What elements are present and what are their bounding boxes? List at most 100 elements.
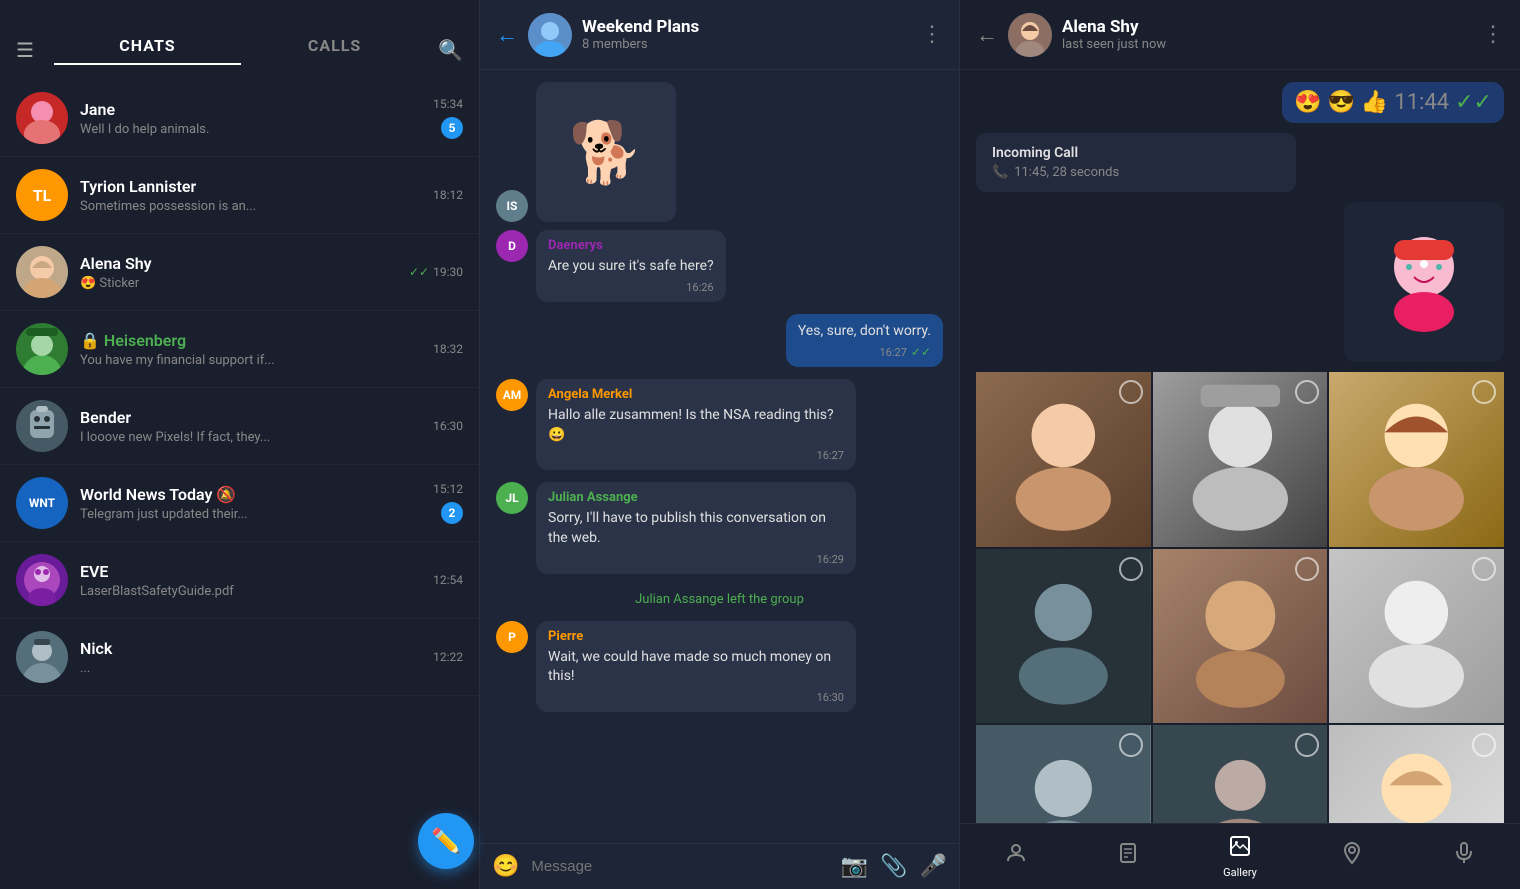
list-item[interactable]: WNT World News Today 🔕 Telegram just upd…: [0, 465, 479, 542]
chat-preview: Telegram just updated their...: [80, 507, 433, 522]
chat-preview: LaserBlastSafetyGuide.pdf: [80, 584, 433, 599]
nav-item-location[interactable]: [1322, 841, 1382, 873]
message-text: Yes, sure, don't worry.: [798, 322, 931, 342]
chat-header: ← Weekend Plans 8 members ⋮: [480, 0, 959, 70]
gallery-item[interactable]: [1153, 725, 1328, 823]
back-button[interactable]: ←: [976, 22, 998, 48]
message-item: D Daenerys Are you sure it's safe here? …: [496, 230, 943, 302]
chat-time: ✓✓19:30: [409, 265, 463, 279]
chat-preview: Well I do help animals.: [80, 122, 433, 137]
audio-icon: [1452, 841, 1476, 871]
gallery-nav-bar: Gallery: [960, 823, 1520, 889]
read-ticks: ✓✓: [911, 345, 931, 359]
sender-avatar: AM: [496, 379, 528, 411]
select-checkbox[interactable]: [1472, 557, 1496, 581]
message-input-area: 😊 📷 📎 🎤: [480, 843, 959, 889]
chat-preview: Sometimes possession is an...: [80, 199, 433, 214]
call-duration: 11:45, 28 seconds: [1014, 165, 1119, 180]
message-input[interactable]: [531, 858, 828, 875]
select-checkbox[interactable]: [1472, 380, 1496, 404]
attach-icon[interactable]: 📎: [880, 854, 907, 879]
group-avatar: [528, 13, 572, 57]
back-button[interactable]: ←: [496, 22, 518, 48]
list-item[interactable]: Nick ... 12:22: [0, 619, 479, 696]
middle-panel: ← Weekend Plans 8 members ⋮ IS 🐕 D Daene…: [480, 0, 960, 889]
nav-item-gallery[interactable]: Gallery: [1210, 834, 1270, 879]
chat-meta: 18:12: [433, 188, 463, 202]
gallery-item[interactable]: [1329, 549, 1504, 724]
chat-preview: You have my financial support if...: [80, 353, 433, 368]
list-item[interactable]: Bender I looove new Pixels! If fact, the…: [0, 388, 479, 465]
chat-time: 16:30: [433, 419, 463, 433]
document-icon: [1116, 841, 1140, 871]
list-item[interactable]: TL Tyrion Lannister Sometimes possession…: [0, 157, 479, 234]
search-icon[interactable]: 🔍: [438, 38, 463, 62]
avatar: WNT: [16, 477, 68, 529]
select-checkbox[interactable]: [1295, 557, 1319, 581]
system-message: Julian Assange left the group: [496, 586, 943, 613]
chat-info: Nick ...: [80, 639, 433, 676]
chat-info: Bender I looove new Pixels! If fact, the…: [80, 408, 433, 445]
chat-name: Alena Shy: [80, 254, 409, 273]
gallery-item[interactable]: [1329, 372, 1504, 547]
chat-info: Jane Well I do help animals.: [80, 100, 433, 137]
message-bubble: Julian Assange Sorry, I'll have to publi…: [536, 482, 856, 573]
user-avatar: [1008, 13, 1052, 57]
person-icon: [1004, 841, 1028, 871]
nav-item-audio[interactable]: [1434, 841, 1494, 873]
more-options-icon[interactable]: ⋮: [1482, 22, 1504, 47]
select-checkbox[interactable]: [1119, 733, 1143, 757]
tab-chats[interactable]: CHATS: [54, 36, 241, 65]
message-footer: 16:26: [548, 281, 714, 294]
sender-avatar: JL: [496, 482, 528, 514]
list-item[interactable]: Jane Well I do help animals. 15:34 5: [0, 80, 479, 157]
more-options-icon[interactable]: ⋮: [921, 22, 943, 47]
tab-calls[interactable]: CALLS: [241, 36, 428, 65]
message-item: IS 🐕: [496, 82, 943, 222]
gallery-item[interactable]: [976, 372, 1151, 547]
gallery-item[interactable]: [976, 549, 1151, 724]
emoji-icon[interactable]: 😊: [492, 854, 519, 879]
message-text: Hallo alle zusammen! Is the NSA reading …: [548, 406, 844, 445]
avatar: [16, 631, 68, 683]
nav-item-docs[interactable]: [1098, 841, 1158, 873]
sender-name: Daenerys: [548, 238, 714, 253]
message-time: 16:27: [879, 346, 906, 359]
camera-icon[interactable]: 📷: [841, 854, 868, 879]
chat-preview: 😍 Sticker: [80, 276, 409, 291]
select-checkbox[interactable]: [1119, 557, 1143, 581]
chat-time: 18:12: [433, 188, 463, 202]
compose-button[interactable]: ✏️: [418, 813, 474, 869]
phone-icon: 📞: [992, 165, 1008, 180]
list-item[interactable]: 🔒 Heisenberg You have my financial suppo…: [0, 311, 479, 388]
emoji-message-bubble: 😍 😎 👍 11:44 ✓✓: [1282, 82, 1504, 123]
photo-gallery: [976, 372, 1504, 823]
chat-name: Nick: [80, 639, 433, 658]
list-item[interactable]: EVE LaserBlastSafetyGuide.pdf 12:54: [0, 542, 479, 619]
message-bubble: Daenerys Are you sure it's safe here? 16…: [536, 230, 726, 302]
gallery-item[interactable]: [976, 725, 1151, 823]
chat-name: EVE: [80, 562, 433, 581]
sender-name: Julian Assange: [548, 490, 844, 505]
chat-meta: 15:34 5: [433, 97, 463, 139]
chat-info: Alena Shy 😍 Sticker: [80, 254, 409, 291]
right-header: ← Alena Shy last seen just now ⋮: [960, 0, 1520, 70]
nav-item-profile[interactable]: [986, 841, 1046, 873]
group-title: Weekend Plans 8 members: [582, 17, 921, 52]
chat-time: 18:32: [433, 342, 463, 356]
unread-badge: 5: [441, 117, 463, 139]
call-label: Incoming Call: [992, 145, 1280, 161]
avatar: [16, 246, 68, 298]
message-bubble: Yes, sure, don't worry. 16:27 ✓✓: [786, 314, 943, 368]
chat-meta: 18:32: [433, 342, 463, 356]
list-item[interactable]: Alena Shy 😍 Sticker ✓✓19:30: [0, 234, 479, 311]
select-checkbox[interactable]: [1119, 380, 1143, 404]
sender-name: Angela Merkel: [548, 387, 844, 402]
gallery-item[interactable]: [1153, 549, 1328, 724]
message-time: 11:44: [1394, 90, 1449, 115]
menu-icon[interactable]: ☰: [16, 38, 34, 62]
mic-icon[interactable]: 🎤: [920, 854, 947, 879]
message-bubble: Pierre Wait, we could have made so much …: [536, 621, 856, 712]
gallery-item[interactable]: [1153, 372, 1328, 547]
gallery-item[interactable]: [1329, 725, 1504, 823]
